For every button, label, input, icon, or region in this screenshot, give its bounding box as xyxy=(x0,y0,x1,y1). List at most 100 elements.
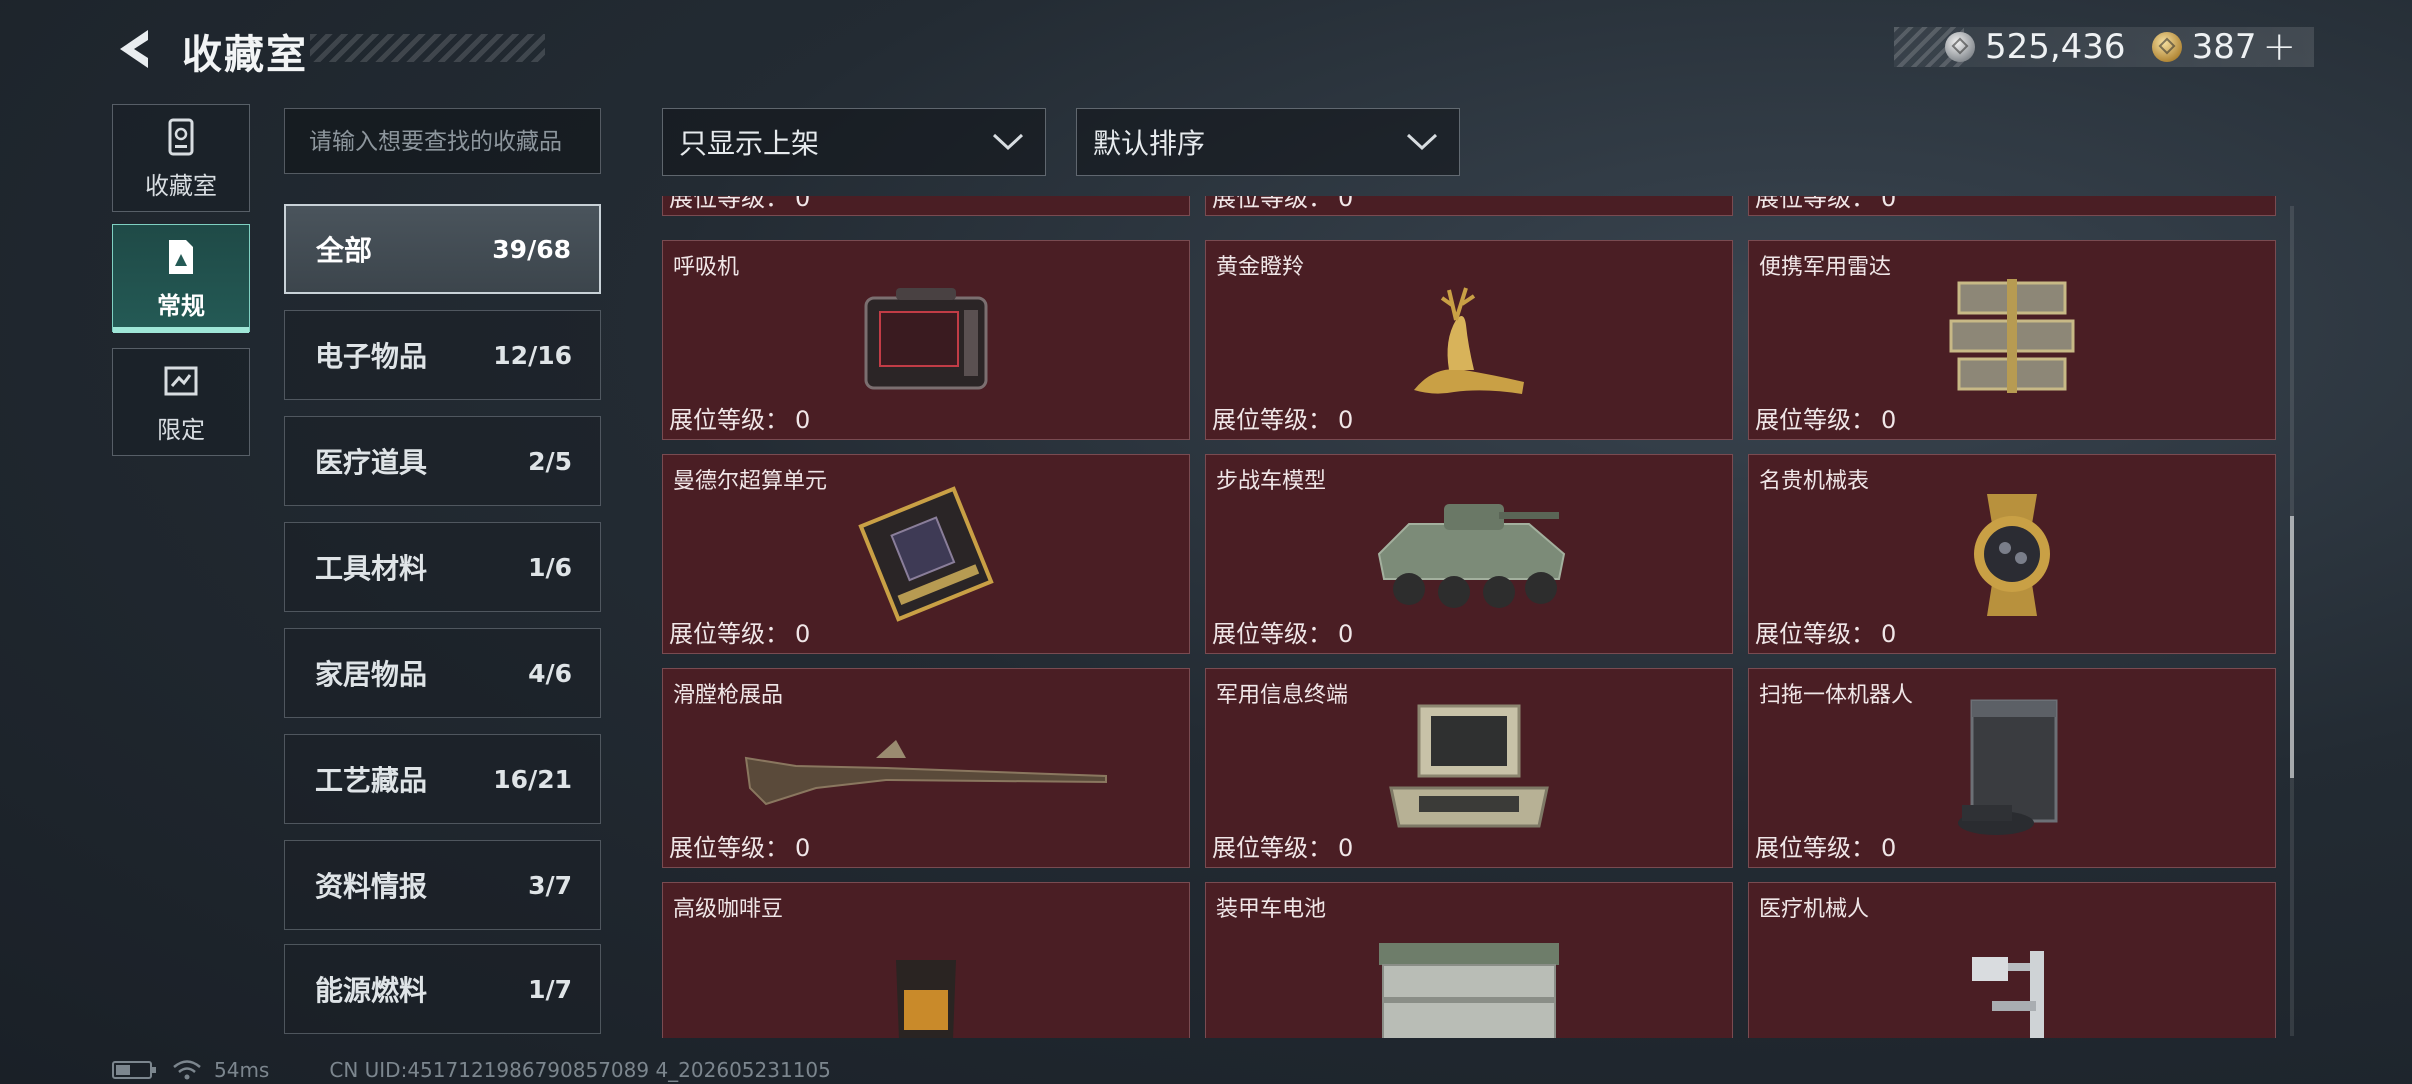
silver-currency-value: 525,436 xyxy=(1984,27,2126,67)
level-value: 0 xyxy=(1881,834,1897,862)
level-value: 0 xyxy=(1881,196,1897,212)
portable-radar-icon xyxy=(1949,279,2075,393)
item-name: 军用信息终端 xyxy=(1216,683,1349,708)
item-name: 医疗机械人 xyxy=(1759,897,1870,922)
item-name: 黄金瞪羚 xyxy=(1216,255,1305,280)
back-button[interactable] xyxy=(110,24,160,74)
collection-card[interactable]: 军用信息终端 展位等级： 0 xyxy=(1205,668,1733,868)
military-terminal-icon xyxy=(1389,704,1549,828)
collection-card[interactable]: 黄金瞪羚 展位等级： 0 xyxy=(1205,240,1733,440)
collection-card[interactable]: 扫拖一体机器人 展位等级： 0 xyxy=(1748,668,2276,868)
category-count: 39/68 xyxy=(492,234,571,264)
category-household[interactable]: 家居物品 4/6 xyxy=(284,628,601,718)
display-level: 展位等级： 0 xyxy=(1212,828,1353,863)
chevron-down-icon xyxy=(992,133,1024,151)
nav-collection-room-label: 收藏室 xyxy=(145,171,217,200)
collection-card[interactable]: 高级咖啡豆 xyxy=(662,882,1190,1038)
collection-card[interactable]: 展位等级： 0 xyxy=(1748,196,2276,216)
display-level: 展位等级： 0 xyxy=(1755,400,1896,435)
luxury-watch-icon xyxy=(1974,494,2050,616)
level-value: 0 xyxy=(795,406,811,434)
category-label: 医疗道具 xyxy=(315,446,428,479)
add-currency-button[interactable]: + xyxy=(2262,24,2296,70)
category-tools[interactable]: 工具材料 1/6 xyxy=(284,522,601,612)
collection-card[interactable]: 装甲车电池 xyxy=(1205,882,1733,1038)
currency-bar: 525,436 387 + xyxy=(1894,24,2314,70)
level-label: 展位等级： xyxy=(669,834,789,862)
gold-coin-icon xyxy=(2151,32,2182,62)
display-filter-dropdown[interactable]: 只显示上架 xyxy=(662,108,1046,176)
category-fuel[interactable]: 能源燃料 1/7 xyxy=(284,944,601,1034)
collection-card[interactable]: 呼吸机 展位等级： 0 xyxy=(662,240,1190,440)
collection-card[interactable]: 医疗机械人 xyxy=(1748,882,2276,1038)
level-value: 0 xyxy=(1338,406,1354,434)
category-crafts[interactable]: 工艺藏品 16/21 xyxy=(284,734,601,824)
category-all[interactable]: 全部 39/68 xyxy=(284,204,601,294)
display-level: 展位等级： 0 xyxy=(669,196,810,213)
category-label: 家居物品 xyxy=(315,658,428,691)
category-label: 资料情报 xyxy=(315,870,428,903)
level-label: 展位等级： xyxy=(669,406,789,434)
search-input[interactable] xyxy=(284,108,601,174)
nav-regular-label: 常规 xyxy=(157,291,205,320)
item-name: 装甲车电池 xyxy=(1216,897,1327,922)
category-count: 2/5 xyxy=(528,446,572,476)
category-medical[interactable]: 医疗道具 2/5 xyxy=(284,416,601,506)
level-label: 展位等级： xyxy=(1755,196,1875,212)
category-count: 3/7 xyxy=(528,870,572,900)
display-level: 展位等级： 0 xyxy=(1212,614,1353,649)
nav-limited[interactable]: 限定 xyxy=(112,348,250,456)
level-label: 展位等级： xyxy=(1212,406,1332,434)
category-electronics[interactable]: 电子物品 12/16 xyxy=(284,310,601,400)
collection-grid: 展位等级： 0 展位等级： 0 展位等级： 0 呼吸机 展位等级： 0 黄金瞪羚 展位等… xyxy=(662,196,2280,1038)
item-name: 呼吸机 xyxy=(673,255,740,280)
ventilator-icon xyxy=(864,288,988,390)
nav-collection-room[interactable]: 收藏室 xyxy=(112,104,250,212)
collection-card[interactable]: 曼德尔超算单元 展位等级： 0 xyxy=(662,454,1190,654)
collection-card[interactable]: 步战车模型 展位等级： 0 xyxy=(1205,454,1733,654)
armored-battery-icon xyxy=(1379,942,1559,1038)
sort-dropdown[interactable]: 默认排序 xyxy=(1076,108,1460,176)
category-count: 16/21 xyxy=(493,764,572,794)
display-level: 展位等级： 0 xyxy=(669,400,810,435)
coffee-bean-bag-icon xyxy=(896,959,956,1038)
category-intel[interactable]: 资料情报 3/7 xyxy=(284,840,601,930)
level-value: 0 xyxy=(795,196,811,212)
display-level: 展位等级： 0 xyxy=(1755,196,1896,213)
level-value: 0 xyxy=(1338,196,1354,212)
status-bar: 54ms CN UID:4517121986790857089 4_202605… xyxy=(112,1056,831,1084)
collection-card[interactable]: 展位等级： 0 xyxy=(662,196,1190,216)
display-level: 展位等级： 0 xyxy=(1755,614,1896,649)
display-filter-value: 只显示上架 xyxy=(679,127,820,160)
category-label: 全部 xyxy=(316,234,373,267)
silver-coin-icon xyxy=(1944,32,1975,62)
collection-card[interactable]: 便携军用雷达 展位等级： 0 xyxy=(1748,240,2276,440)
level-label: 展位等级： xyxy=(1212,620,1332,648)
level-value: 0 xyxy=(1881,406,1897,434)
collection-card[interactable]: 滑膛枪展品 展位等级： 0 xyxy=(662,668,1190,868)
sort-value: 默认排序 xyxy=(1093,127,1206,160)
collection-card[interactable]: 名贵机械表 展位等级： 0 xyxy=(1748,454,2276,654)
item-name: 名贵机械表 xyxy=(1759,469,1870,494)
item-name: 便携军用雷达 xyxy=(1759,255,1892,280)
back-arrow-icon xyxy=(120,30,148,68)
nav-limited-label: 限定 xyxy=(157,415,205,444)
battery-icon xyxy=(112,1061,156,1079)
level-label: 展位等级： xyxy=(1755,406,1875,434)
collection-card[interactable]: 展位等级： 0 xyxy=(1205,196,1733,216)
item-name: 步战车模型 xyxy=(1216,469,1327,494)
musket-icon xyxy=(744,740,1107,806)
level-value: 0 xyxy=(1338,620,1354,648)
display-level: 展位等级： 0 xyxy=(1755,828,1896,863)
page-title: 收藏室 xyxy=(182,32,308,78)
category-count: 1/7 xyxy=(528,974,572,1004)
display-level: 展位等级： 0 xyxy=(669,614,810,649)
item-name: 扫拖一体机器人 xyxy=(1759,683,1914,708)
grid-scrollbar-thumb[interactable] xyxy=(2290,516,2294,778)
item-name: 滑膛枪展品 xyxy=(673,683,784,708)
nav-regular[interactable]: 常规 xyxy=(112,224,250,333)
medical-robot-icon xyxy=(1972,950,2044,1038)
level-label: 展位等级： xyxy=(1212,834,1332,862)
ifv-model-icon xyxy=(1377,504,1566,608)
collection-room-icon xyxy=(168,118,194,155)
